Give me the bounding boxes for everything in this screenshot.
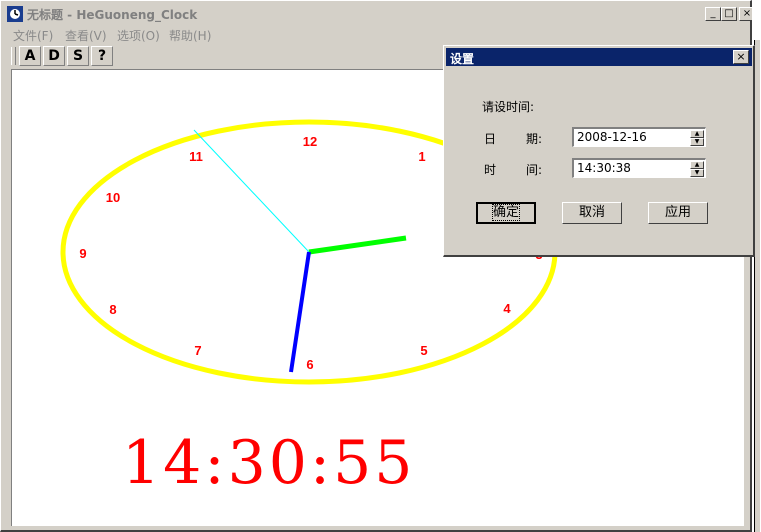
second-hand bbox=[193, 129, 310, 253]
clock-number-6: 6 bbox=[306, 357, 313, 372]
app-icon bbox=[7, 6, 23, 22]
time-spin-up-icon[interactable]: ▲ bbox=[690, 161, 704, 169]
date-field[interactable]: 2008-12-16 ▲ ▼ bbox=[572, 127, 706, 147]
apply-button[interactable]: 应用 bbox=[648, 202, 708, 224]
clock-number-7: 7 bbox=[194, 343, 201, 358]
time-field[interactable]: 14:30:38 ▲ ▼ bbox=[572, 158, 706, 178]
clock-number-1: 1 bbox=[418, 149, 425, 164]
clock-number-4: 4 bbox=[503, 301, 511, 316]
date-spinner[interactable]: ▲ ▼ bbox=[690, 130, 704, 146]
digital-button[interactable]: D bbox=[43, 46, 65, 66]
clock-number-11: 11 bbox=[189, 149, 203, 164]
date-spin-down-icon[interactable]: ▼ bbox=[690, 138, 704, 146]
help-button[interactable]: ? bbox=[91, 46, 113, 66]
menu-options[interactable]: 选项(O) bbox=[117, 27, 160, 44]
window-title: 无标题 - HeGuoneng_Clock bbox=[27, 8, 198, 22]
minute-hand bbox=[289, 251, 311, 373]
maximize-button[interactable]: □ bbox=[721, 7, 737, 21]
date-spin-up-icon[interactable]: ▲ bbox=[690, 130, 704, 138]
date-label-first: 日 bbox=[484, 132, 497, 146]
clock-number-8: 8 bbox=[109, 302, 116, 317]
date-label-second: 期: bbox=[526, 132, 543, 146]
title-bar[interactable]: 无标题 - HeGuoneng_Clock _ □ × bbox=[5, 5, 755, 23]
menu-view[interactable]: 查看(V) bbox=[65, 27, 107, 44]
dialog-title-bar[interactable]: 设置 × bbox=[446, 48, 752, 66]
minimize-button[interactable]: _ bbox=[705, 7, 721, 21]
settings-button[interactable]: S bbox=[67, 46, 89, 66]
menu-help[interactable]: 帮助(H) bbox=[169, 27, 211, 44]
clock-number-5: 5 bbox=[420, 343, 427, 358]
clock-number-10: 10 bbox=[106, 190, 120, 205]
digital-clock: 14:30:55 bbox=[122, 428, 416, 498]
menu-bar: 文件(F) 查看(V) 选项(O) 帮助(H) bbox=[5, 25, 745, 43]
time-spin-down-icon[interactable]: ▼ bbox=[690, 169, 704, 177]
clock-number-9: 9 bbox=[79, 246, 86, 261]
analog-button[interactable]: A bbox=[19, 46, 41, 66]
dialog-close-button[interactable]: × bbox=[733, 50, 749, 64]
time-spinner[interactable]: ▲ ▼ bbox=[690, 161, 704, 177]
time-label-first: 时 bbox=[484, 163, 497, 177]
time-value: 14:30:38 bbox=[577, 161, 631, 175]
toolbar-grip[interactable] bbox=[11, 47, 16, 65]
menu-file[interactable]: 文件(F) bbox=[13, 27, 53, 44]
time-label-second: 间: bbox=[526, 163, 543, 177]
hour-hand bbox=[308, 235, 407, 255]
date-value: 2008-12-16 bbox=[577, 130, 647, 144]
dialog-title: 设置 bbox=[450, 52, 475, 66]
clock-number-12: 12 bbox=[303, 134, 317, 149]
ok-button[interactable]: 确定 bbox=[476, 202, 536, 224]
cancel-button[interactable]: 取消 bbox=[562, 202, 622, 224]
ok-button-label: 确定 bbox=[491, 204, 521, 221]
set-time-prompt: 请设时间: bbox=[482, 100, 535, 114]
settings-dialog: 设置 × 请设时间: 日 期: 2008-12-16 ▲ ▼ 时 间: 14:3… bbox=[443, 45, 755, 257]
